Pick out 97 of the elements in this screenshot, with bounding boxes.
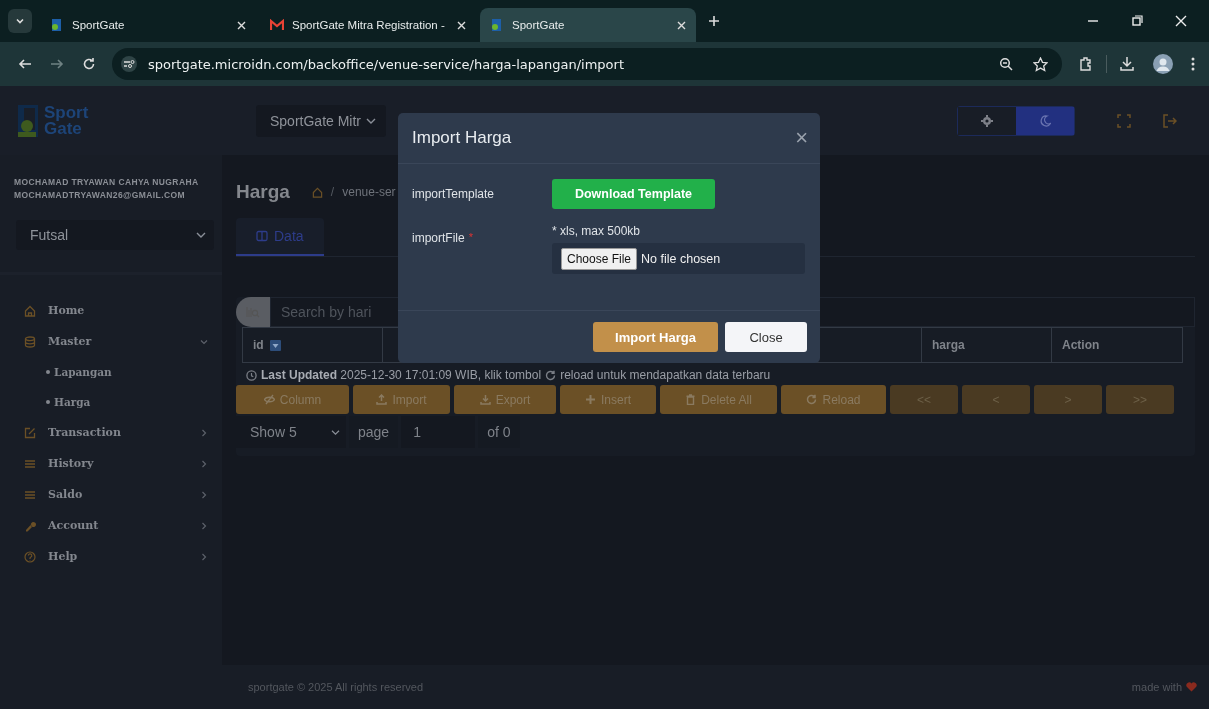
breadcrumb-separator: /	[330, 185, 335, 199]
close-icon[interactable]	[1175, 15, 1187, 27]
plus-icon	[585, 394, 596, 405]
reload-icon[interactable]	[82, 57, 96, 71]
file-hint: * xls, max 500kb	[552, 224, 642, 238]
chevron-right-icon	[200, 490, 208, 499]
close-icon[interactable]	[457, 20, 466, 30]
breadcrumb-link[interactable]: venue-ser	[342, 185, 396, 199]
upload-icon	[376, 394, 388, 405]
menu-item[interactable]: Help	[0, 541, 222, 572]
submenu-item[interactable]: Harga	[54, 396, 91, 408]
user-name: MOCHAMAD TRYAWAN CAHYA NUGRAHA	[14, 177, 200, 187]
dialog-title: Import Harga	[412, 128, 512, 148]
search-filter-button[interactable]	[236, 297, 270, 327]
venue-select[interactable]: Futsal	[16, 220, 214, 250]
column-header[interactable]: harga	[922, 328, 1052, 362]
puzzle-icon[interactable]	[1078, 56, 1094, 72]
organization-select[interactable]: SportGate Mitr	[256, 104, 386, 137]
chevron-down-icon	[366, 116, 376, 125]
new-tab-icon[interactable]	[708, 15, 720, 27]
forward-arrow-icon[interactable]	[50, 57, 64, 71]
page-number-field[interactable]: 1	[401, 416, 476, 448]
tab-search-button[interactable]	[8, 9, 32, 33]
star-icon[interactable]	[1033, 56, 1048, 72]
column-header[interactable]: Action	[1052, 328, 1182, 362]
field-label: importTemplate	[412, 187, 496, 201]
made-with-text: made with	[1131, 681, 1182, 693]
database-icon	[24, 335, 36, 348]
chevron-right-icon	[200, 521, 208, 530]
avatar-icon[interactable]	[1153, 54, 1173, 74]
list-icon	[24, 488, 36, 501]
chevron-right-icon	[200, 459, 208, 468]
chevron-down-icon	[15, 16, 25, 26]
reload-icon	[545, 369, 557, 381]
file-input-field[interactable]: Choose File No file chosen	[552, 243, 805, 274]
file-status: No file chosen	[641, 251, 721, 266]
menu-item[interactable]: Home	[0, 295, 222, 326]
browser-tab[interactable]: SportGate	[40, 8, 256, 42]
column-header[interactable]: id	[243, 328, 383, 362]
page-title: Harga	[236, 181, 290, 203]
logo-icon	[16, 103, 40, 138]
bullet-icon	[46, 370, 50, 374]
logo-text: Gate	[44, 120, 82, 137]
close-button[interactable]: Close	[725, 322, 807, 352]
site-settings-icon[interactable]	[120, 56, 138, 72]
menu-icon[interactable]	[1191, 56, 1195, 72]
required-mark: *	[468, 231, 473, 245]
site-logo-icon	[490, 18, 504, 32]
menu-item[interactable]: Saldo	[0, 479, 222, 510]
choose-file-button[interactable]: Choose File	[561, 247, 638, 270]
menu-item[interactable]: Transaction	[0, 417, 222, 448]
import-button[interactable]: Import Harga	[593, 322, 718, 352]
chevron-right-icon	[200, 552, 208, 561]
list-icon	[24, 457, 36, 470]
menu-item[interactable]: History	[0, 448, 222, 479]
download-icon	[479, 394, 491, 405]
logo-text: Sport	[44, 104, 89, 121]
eye-slash-icon	[263, 394, 275, 405]
chevron-right-icon	[200, 428, 208, 437]
browser-tab[interactable]: SportGate	[480, 8, 696, 42]
moon-icon	[1039, 114, 1051, 127]
last-updated-hint: reload untuk mendapatkan data terbaru	[560, 368, 771, 382]
chevron-down-icon	[200, 337, 208, 346]
bullet-icon	[46, 400, 50, 404]
copyright-text: sportgate © 2025 All rights reserved	[248, 681, 424, 693]
browser-tab[interactable]: SportGate Mitra Registration -	[260, 8, 476, 42]
menu-item[interactable]: Account	[0, 510, 222, 541]
key-icon	[24, 519, 36, 532]
submenu-item[interactable]: Lapangan	[54, 366, 112, 378]
field-label: importFile	[412, 231, 465, 245]
menu-item[interactable]: Master	[0, 326, 222, 357]
columns-icon	[256, 230, 268, 242]
clock-icon	[246, 369, 257, 381]
heart-icon	[1186, 682, 1197, 692]
gear-icon	[981, 114, 993, 127]
reload-icon	[806, 394, 818, 405]
sort-icon[interactable]	[269, 339, 281, 351]
page-size-select[interactable]: Show 5	[236, 416, 346, 448]
site-logo-icon	[50, 18, 64, 32]
download-template-button[interactable]: Download Template	[552, 179, 715, 209]
download-icon[interactable]	[1119, 56, 1135, 72]
edit-icon	[24, 426, 36, 439]
chevron-down-icon	[331, 428, 340, 436]
close-icon[interactable]	[677, 20, 686, 30]
address-bar[interactable]: sportgate.microidn.com/backoffice/venue-service/harga-lapangan/import	[112, 48, 1062, 80]
back-arrow-icon[interactable]	[18, 57, 32, 71]
last-updated-text: Last Updated 2025-12-30 17:01:09 WIB, klik tombol	[261, 368, 542, 382]
restore-icon[interactable]	[1131, 15, 1143, 27]
close-icon[interactable]	[237, 20, 246, 30]
help-icon	[24, 550, 36, 563]
chevron-down-icon	[196, 231, 206, 239]
trash-icon	[685, 394, 697, 405]
user-email: MOCHAMADTRYAWAN26@GMAIL.COM	[14, 190, 186, 200]
close-button[interactable]: ×	[795, 127, 808, 149]
zoom-icon[interactable]	[999, 57, 1013, 71]
home-icon	[24, 304, 36, 317]
mail-icon	[270, 19, 284, 31]
